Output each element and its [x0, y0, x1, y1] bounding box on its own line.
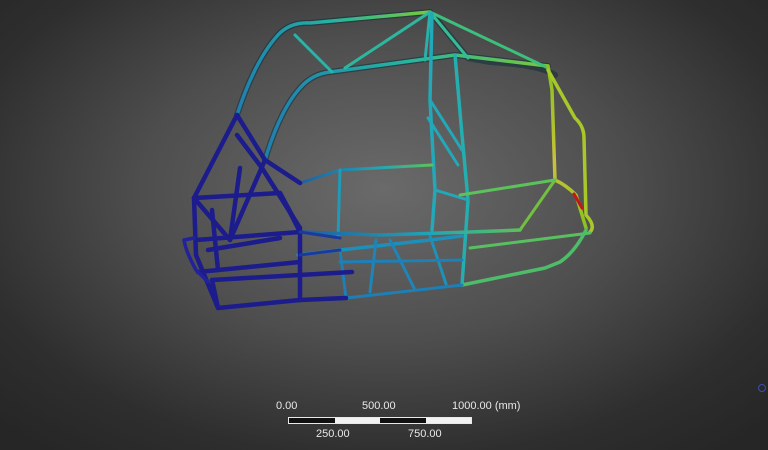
- scale-bar-segments: [288, 417, 472, 424]
- scale-seg-3: [380, 418, 426, 423]
- scale-seg-4: [425, 418, 471, 423]
- roll-cage-frame-model: [182, 9, 594, 311]
- scale-label-750: 750.00: [408, 428, 442, 440]
- orientation-triad-icon[interactable]: [758, 384, 766, 392]
- scale-seg-2: [334, 418, 380, 423]
- scale-label-250: 250.00: [316, 428, 350, 440]
- scale-label-0: 0.00: [276, 400, 298, 412]
- graphics-viewport[interactable]: 0.00 500.00 1000.00 (mm) 250.00 750.00: [0, 0, 768, 450]
- frame-roof-inner-arch: [263, 53, 550, 162]
- scale-bar: 0.00 500.00 1000.00 (mm) 250.00 750.00: [276, 400, 550, 440]
- scale-label-500: 500.00: [362, 400, 396, 412]
- scale-label-1000: 1000.00 (mm): [452, 400, 521, 412]
- scale-seg-1: [289, 418, 335, 423]
